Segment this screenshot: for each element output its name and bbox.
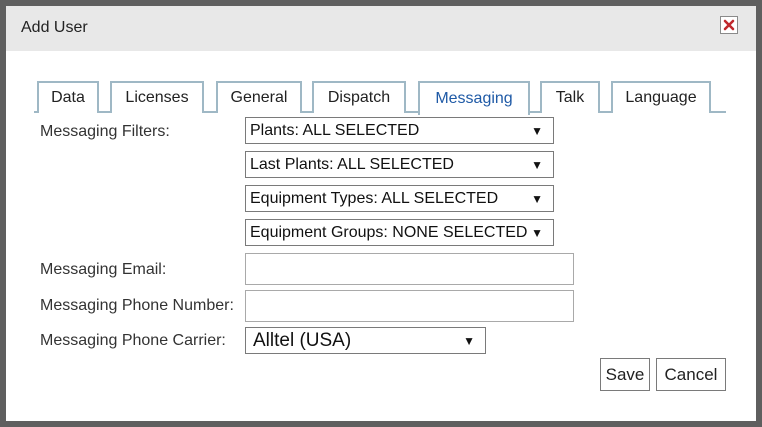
tab-messaging[interactable]: Messaging	[418, 81, 530, 115]
tab-language[interactable]: Language	[611, 81, 711, 113]
dropdown-arrow-icon: ▼	[531, 157, 543, 172]
messaging-email-input[interactable]	[245, 253, 574, 285]
messaging-phone-carrier-select[interactable]: Alltel (USA) ▼	[245, 327, 486, 354]
messaging-filters-label: Messaging Filters:	[40, 123, 170, 140]
dialog-title-bar: Add User	[6, 6, 756, 51]
equipment-types-filter-select[interactable]: Equipment Types: ALL SELECTED ▼	[245, 185, 554, 212]
dropdown-arrow-icon: ▼	[463, 333, 475, 348]
tab-licenses[interactable]: Licenses	[110, 81, 204, 113]
close-button[interactable]	[720, 16, 738, 34]
equipment-groups-filter-select[interactable]: Equipment Groups: NONE SELECTED ▼	[245, 219, 554, 246]
last-plants-filter-value: Last Plants: ALL SELECTED	[250, 155, 454, 173]
messaging-phone-carrier-label: Messaging Phone Carrier:	[40, 332, 226, 349]
tab-dispatch[interactable]: Dispatch	[312, 81, 406, 113]
dropdown-arrow-icon: ▼	[531, 123, 543, 138]
dropdown-arrow-icon: ▼	[531, 225, 543, 240]
plants-filter-value: Plants: ALL SELECTED	[250, 121, 420, 139]
equipment-groups-filter-value: Equipment Groups: NONE SELECTED	[250, 223, 528, 241]
dialog-title: Add User	[21, 19, 88, 36]
messaging-email-label: Messaging Email:	[40, 261, 167, 278]
tab-data[interactable]: Data	[37, 81, 99, 113]
tab-general[interactable]: General	[216, 81, 302, 113]
messaging-phone-carrier-value: Alltel (USA)	[253, 329, 352, 351]
equipment-types-filter-value: Equipment Types: ALL SELECTED	[250, 189, 499, 207]
messaging-phone-number-input[interactable]	[245, 290, 574, 322]
messaging-phone-number-label: Messaging Phone Number:	[40, 297, 234, 314]
cancel-button[interactable]: Cancel	[656, 358, 726, 391]
tab-talk[interactable]: Talk	[540, 81, 600, 113]
add-user-dialog: Add User Data Licenses General Dispatch …	[0, 0, 762, 427]
last-plants-filter-select[interactable]: Last Plants: ALL SELECTED ▼	[245, 151, 554, 178]
plants-filter-select[interactable]: Plants: ALL SELECTED ▼	[245, 117, 554, 144]
dropdown-arrow-icon: ▼	[531, 191, 543, 206]
tab-bar: Data Licenses General Dispatch Messaging…	[34, 81, 726, 115]
close-icon	[723, 19, 735, 31]
save-button[interactable]: Save	[600, 358, 650, 391]
